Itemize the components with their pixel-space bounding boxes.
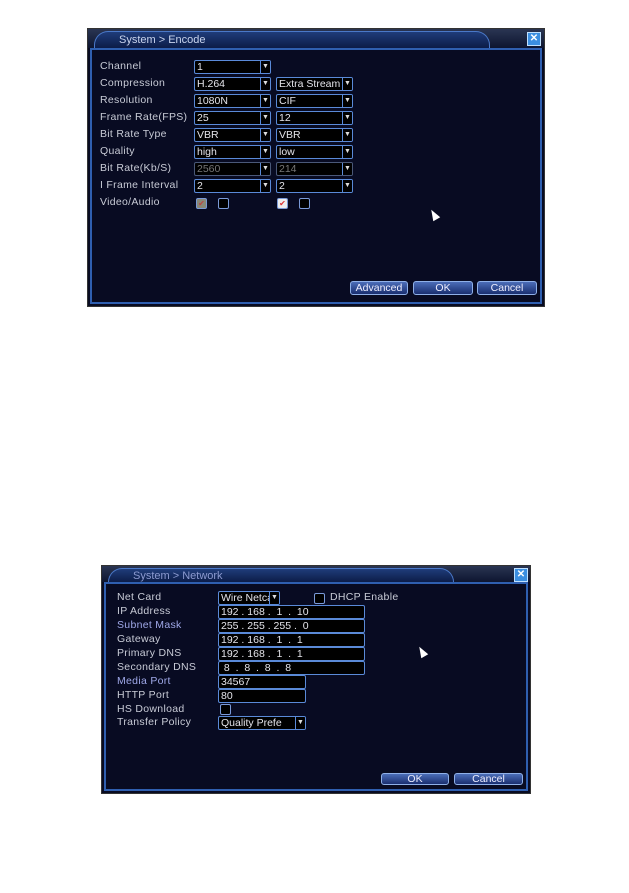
field-label: Primary DNS bbox=[117, 647, 182, 659]
main-stream-select[interactable]: 2 ▼ bbox=[194, 179, 271, 193]
chevron-down-icon: ▼ bbox=[260, 78, 270, 90]
field-label: Bit Rate Type bbox=[100, 128, 167, 140]
chevron-down-icon: ▼ bbox=[342, 129, 352, 141]
http-port-label: HTTP Port bbox=[117, 689, 170, 701]
main-audio-checkbox[interactable] bbox=[218, 198, 229, 209]
ip-field[interactable]: 192 . 168 . 1 . 10 bbox=[218, 605, 365, 619]
close-icon[interactable]: ✕ bbox=[527, 32, 541, 46]
close-icon[interactable]: ✕ bbox=[514, 568, 528, 582]
field-label: IP Address bbox=[117, 605, 171, 617]
media-port-field[interactable]: 34567 bbox=[218, 675, 306, 689]
chevron-down-icon: ▼ bbox=[260, 180, 270, 192]
extra-stream-select[interactable]: VBR ▼ bbox=[276, 128, 353, 142]
dhcp-label: DHCP Enable bbox=[330, 591, 399, 603]
chevron-down-icon: ▼ bbox=[269, 592, 279, 604]
field-label: I Frame Interval bbox=[100, 179, 179, 191]
main-stream-select[interactable]: 2560 ▼ bbox=[194, 162, 271, 176]
chevron-down-icon: ▼ bbox=[260, 61, 270, 73]
chevron-down-icon: ▼ bbox=[342, 112, 352, 124]
extra-audio-checkbox[interactable] bbox=[299, 198, 310, 209]
chevron-down-icon: ▼ bbox=[260, 112, 270, 124]
extra-stream-select[interactable]: 2 ▼ bbox=[276, 179, 353, 193]
field-label: Subnet Mask bbox=[117, 619, 182, 631]
main-stream-select[interactable]: 1080N ▼ bbox=[194, 94, 271, 108]
net-card-select[interactable]: Wire Netcard ▼ bbox=[218, 591, 280, 605]
field-label: Resolution bbox=[100, 94, 153, 106]
chevron-down-icon: ▼ bbox=[260, 163, 270, 175]
ip-field[interactable]: 255 . 255 . 255 . 0 bbox=[218, 619, 365, 633]
main-stream-select[interactable]: 1 ▼ bbox=[194, 60, 271, 74]
ip-field[interactable]: 192 . 168 . 1 . 1 bbox=[218, 633, 365, 647]
field-label: Channel bbox=[100, 60, 142, 72]
dhcp-checkbox[interactable] bbox=[314, 593, 325, 604]
chevron-down-icon: ▼ bbox=[342, 146, 352, 158]
chevron-down-icon: ▼ bbox=[260, 146, 270, 158]
extra-stream-select[interactable]: low ▼ bbox=[276, 145, 353, 159]
chevron-down-icon: ▼ bbox=[260, 95, 270, 107]
field-label: Frame Rate(FPS) bbox=[100, 111, 188, 123]
dialog-title: System > Network bbox=[108, 568, 454, 583]
advanced-button[interactable]: Advanced bbox=[350, 281, 408, 295]
hs-download-label: HS Download bbox=[117, 703, 185, 715]
net-card-label: Net Card bbox=[117, 591, 162, 603]
extra-stream-select[interactable]: 214 ▼ bbox=[276, 162, 353, 176]
media-port-label: Media Port bbox=[117, 675, 171, 687]
transfer-policy-select[interactable]: Quality Prefe ▼ bbox=[218, 716, 306, 730]
main-stream-select[interactable]: high ▼ bbox=[194, 145, 271, 159]
cancel-button[interactable]: Cancel bbox=[477, 281, 537, 295]
main-stream-select[interactable]: 25 ▼ bbox=[194, 111, 271, 125]
hs-download-checkbox[interactable] bbox=[220, 704, 231, 715]
chevron-down-icon: ▼ bbox=[342, 95, 352, 107]
http-port-field[interactable]: 80 bbox=[218, 689, 306, 703]
network-dialog: System > Network ✕ Net Card Wire Netcard… bbox=[101, 565, 531, 794]
encode-dialog: System > Encode ✕ Channel 1 ▼ Compression H.… bbox=[87, 28, 545, 307]
ok-button[interactable]: OK bbox=[381, 773, 449, 785]
chevron-down-icon: ▼ bbox=[260, 129, 270, 141]
extra-stream-select[interactable]: Extra Stream ▼ bbox=[276, 77, 353, 91]
main-stream-select[interactable]: VBR ▼ bbox=[194, 128, 271, 142]
extra-video-checkbox[interactable]: ✔ bbox=[277, 198, 288, 209]
chevron-down-icon: ▼ bbox=[342, 163, 352, 175]
extra-stream-select[interactable]: 12 ▼ bbox=[276, 111, 353, 125]
transfer-policy-label: Transfer Policy bbox=[117, 716, 192, 728]
extra-stream-select[interactable]: CIF ▼ bbox=[276, 94, 353, 108]
field-label: Quality bbox=[100, 145, 135, 157]
field-label: Compression bbox=[100, 77, 166, 89]
chevron-down-icon: ▼ bbox=[342, 180, 352, 192]
field-label: Secondary DNS bbox=[117, 661, 197, 673]
field-label: Gateway bbox=[117, 633, 161, 645]
main-stream-select[interactable]: H.264 ▼ bbox=[194, 77, 271, 91]
chevron-down-icon: ▼ bbox=[342, 78, 352, 90]
field-label: Bit Rate(Kb/S) bbox=[100, 162, 172, 174]
ip-field[interactable]: 8 . 8 . 8 . 8 bbox=[218, 661, 365, 675]
main-video-checkbox[interactable]: ✔ bbox=[196, 198, 207, 209]
ip-field[interactable]: 192 . 168 . 1 . 1 bbox=[218, 647, 365, 661]
cancel-button[interactable]: Cancel bbox=[454, 773, 523, 785]
ok-button[interactable]: OK bbox=[413, 281, 473, 295]
chevron-down-icon: ▼ bbox=[295, 717, 305, 729]
dialog-title: System > Encode bbox=[94, 31, 490, 49]
video-audio-label: Video/Audio bbox=[100, 196, 160, 208]
